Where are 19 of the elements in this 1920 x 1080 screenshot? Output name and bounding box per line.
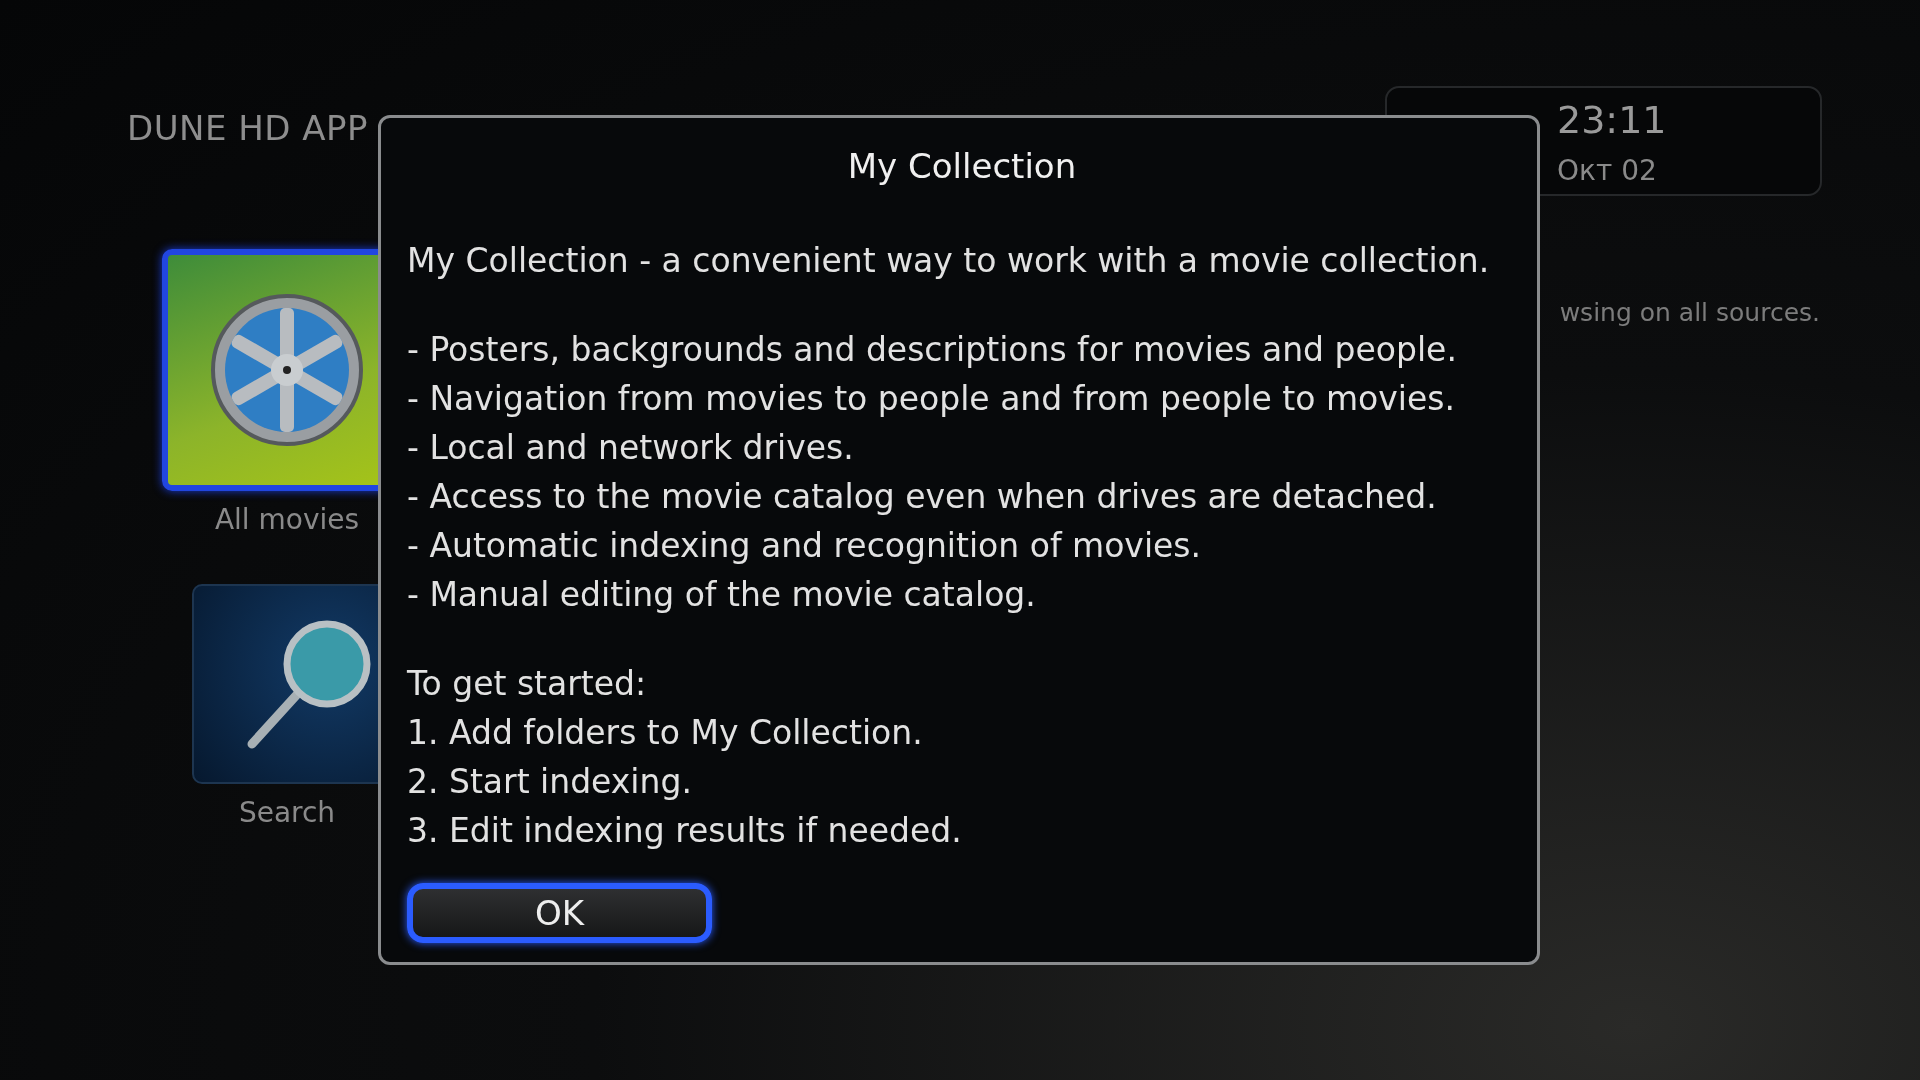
dialog-title: My Collection [847, 146, 1077, 186]
dialog-text-line: 1. Add folders to My Collection. [407, 712, 923, 754]
tile-label: All movies [214, 503, 360, 536]
dialog-text-line: 3. Edit indexing results if needed. [407, 810, 962, 852]
clock-time: 23:11 [1557, 98, 1667, 142]
dialog-text-line: 2. Start indexing. [407, 761, 692, 803]
dialog-text-line: - Navigation from movies to people and from people to movies. [407, 378, 1455, 420]
ok-button[interactable]: OK [407, 883, 712, 943]
clock-date: Окт 02 [1557, 154, 1657, 187]
dialog-text-line: - Local and network drives. [407, 427, 854, 469]
dialog-text-line: - Automatic indexing and recognition of movies. [407, 525, 1202, 567]
dialog-text-line: - Posters, backgrounds and descriptions for movies and people. [407, 329, 1457, 371]
dialog-text-line: To get started: [407, 663, 647, 705]
dialog-text-line: My Collection - a convenient way to work with a movie collection. [407, 240, 1490, 282]
dialog-text-line: - Access to the movie catalog even when drives are detached. [407, 476, 1437, 518]
app-title: DUNE HD APP [127, 108, 369, 148]
description-text: wsing on all sources. [1559, 298, 1820, 327]
tile-label: Search [238, 796, 336, 829]
dialog-text-line: - Manual editing of the movie catalog. [407, 574, 1036, 616]
